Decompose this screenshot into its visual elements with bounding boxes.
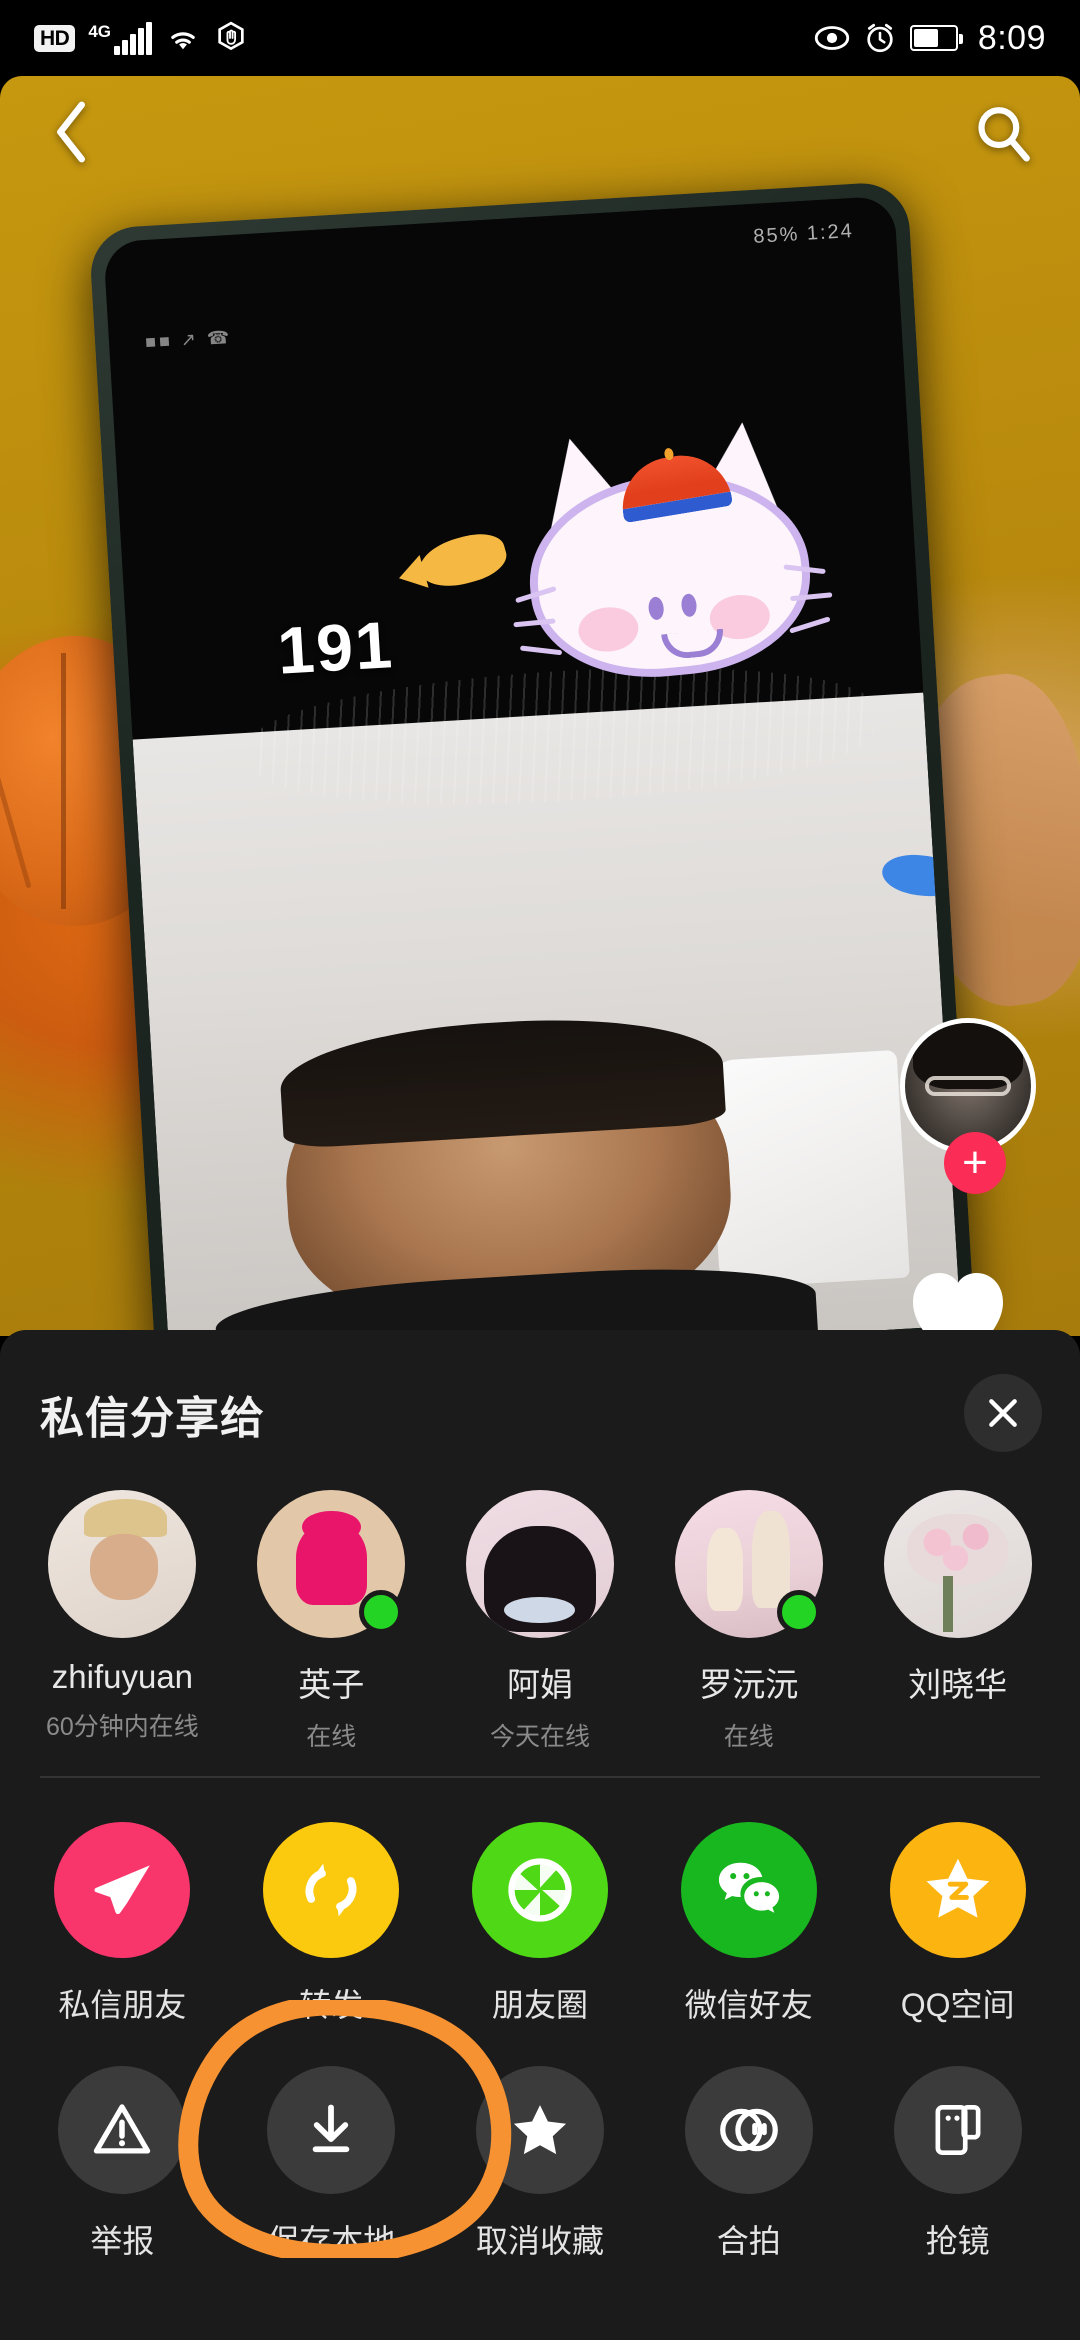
clock-label: 8:09 [977,18,1046,57]
list-item[interactable]: 英子 在线 [227,1490,436,1770]
tool-action-label: 保存本地 [267,2223,396,2259]
tool-action-react[interactable]: 抢镜 [853,2066,1062,2262]
share-action-row: 私信朋友 转发 朋友圈 微信好友 QQ空间 [0,1778,1080,2026]
contact-name: zhifuyuan [51,1658,194,1695]
list-item[interactable]: 罗沅沅 在线 [644,1490,853,1770]
tool-action-report[interactable]: 举报 [18,2066,227,2262]
author-avatar-with-follow[interactable]: + [900,1018,1050,1194]
share-action-moments[interactable]: 朋友圈 [436,1822,645,2026]
share-action-label: 私信朋友 [58,1987,187,2023]
share-action-wechat[interactable]: 微信好友 [644,1822,853,2026]
star-filled-icon [513,2105,567,2155]
avatar [883,1490,1032,1638]
online-status-dot [359,1590,404,1634]
tool-action-save-local[interactable]: 保存本地 [227,2066,436,2262]
contact-name: 刘晓华 [908,1666,1008,1703]
search-icon [978,107,1030,162]
contact-name: 英子 [298,1666,365,1703]
avatar [48,1490,197,1638]
share-action-label: QQ空间 [900,1987,1015,2023]
share-action-repost[interactable]: 转发 [227,1822,436,2026]
contact-status: 在线 [306,1723,357,1751]
warning-triangle-icon [94,2104,151,2154]
avatar [465,1490,614,1638]
search-button[interactable] [968,98,1038,168]
download-icon [312,2104,350,2153]
react-frame-icon [935,2104,981,2156]
qzone-star-icon [926,1858,989,1918]
battery-icon [909,25,963,51]
online-status-dot [776,1590,821,1634]
top-navigation-bar [0,76,1080,196]
list-item[interactable]: zhifuyuan 60分钟内在线 [18,1490,227,1770]
follow-button[interactable]: + [944,1132,1006,1194]
signal-bars-icon: 4G [88,21,153,55]
close-button[interactable] [964,1374,1042,1452]
share-sheet-header: 私信分享给 [0,1330,1080,1490]
repost-arrows-icon [305,1863,357,1917]
contact-status: 60分钟内在线 [45,1713,199,1741]
contact-status: 今天在线 [489,1723,590,1751]
status-bar-left: HD 4G [34,21,248,55]
moments-aperture-icon [508,1858,572,1922]
share-action-label: 朋友圈 [491,1987,588,2023]
network-type-label: 4G [88,21,112,41]
list-item[interactable]: 刘晓华 [853,1490,1062,1770]
stop-hand-icon [218,21,244,51]
list-item[interactable]: 阿娟 今天在线 [436,1490,645,1770]
wifi-icon [171,32,195,50]
share-action-label: 转发 [299,1987,364,2023]
share-sheet: 私信分享给 zhifuyuan 60分钟内在线 英子 在线 阿娟 今天在线 罗沅… [0,1330,1080,2340]
tool-action-label: 取消收藏 [475,2223,604,2259]
tool-action-duet[interactable]: 合拍 [644,2066,853,2262]
phone-screen: HD 4G 8:09 85% 1:24 ■■ ↗ ☎ 191 + 私信分享给 z… [0,0,1080,2340]
alarm-clock-icon [867,23,893,53]
back-button[interactable] [42,101,102,163]
white-paper-object [707,1049,911,1289]
tool-action-row: 举报 保存本地 取消收藏 合拍 抢镜 [0,2000,1080,2262]
share-action-label: 微信好友 [684,1987,813,2023]
inner-counter-label: 191 [275,607,396,688]
tool-action-label: 抢镜 [925,2223,990,2259]
contact-name: 阿娟 [506,1666,573,1703]
share-action-qzone[interactable]: QQ空间 [853,1822,1062,2026]
inner-phone-device: 85% 1:24 ■■ ↗ ☎ 191 [88,180,976,1336]
share-sheet-title: 私信分享给 [40,1394,265,1443]
paper-plane-icon [94,1865,151,1915]
duet-circles-icon [719,2108,778,2152]
share-action-private-message[interactable]: 私信朋友 [18,1822,227,2026]
cat-sticker [507,416,833,693]
status-bar: HD 4G 8:09 [0,0,1080,76]
eye-icon [814,26,849,50]
hd-badge-icon: HD [34,24,76,52]
tool-action-label: 举报 [90,2223,155,2259]
chevron-left-icon [57,101,85,163]
tool-action-label: 合拍 [716,2223,781,2259]
tool-action-uncollect[interactable]: 取消收藏 [436,2066,645,2262]
wechat-icon [718,1862,779,1913]
status-bar-right: 8:09 [814,19,1046,58]
contact-name: 罗沅沅 [699,1666,799,1703]
contact-status: 在线 [723,1723,774,1751]
close-icon [989,1399,1017,1427]
inner-phone-screen: 85% 1:24 ■■ ↗ ☎ 191 [103,195,961,1336]
contact-list: zhifuyuan 60分钟内在线 英子 在线 阿娟 今天在线 罗沅沅 在线 刘… [0,1490,1080,1770]
